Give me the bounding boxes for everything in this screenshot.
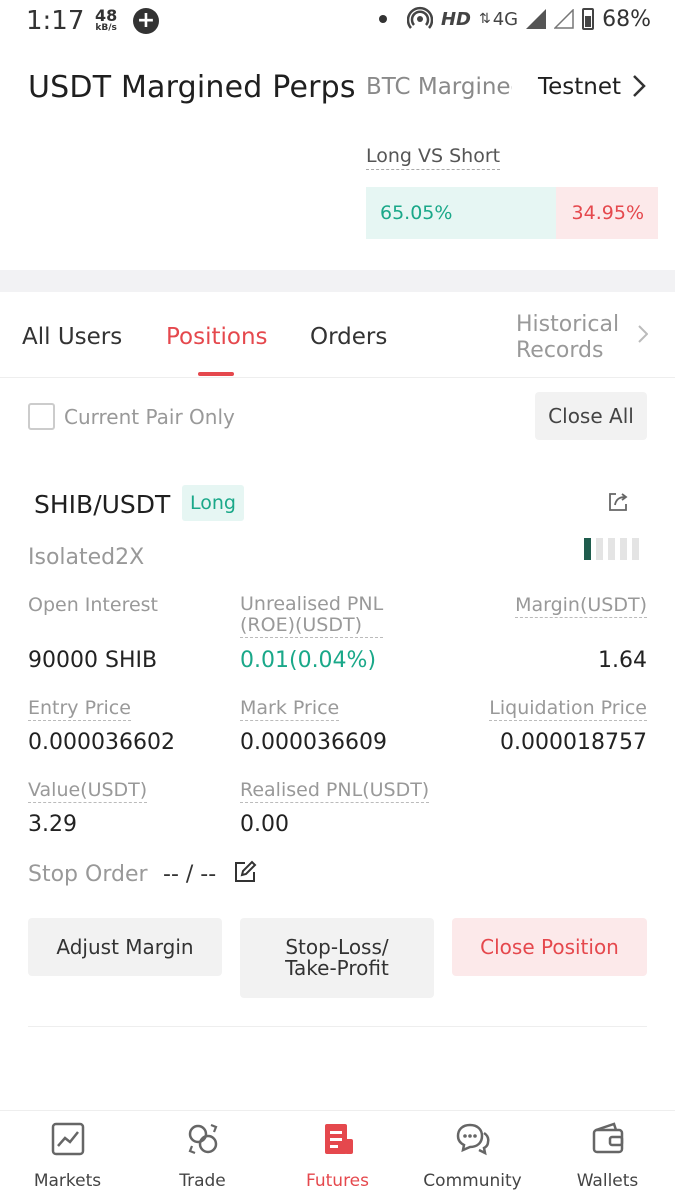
mark-price-label[interactable]: Mark Price <box>240 697 340 721</box>
chevron-right-icon[interactable] <box>632 74 646 104</box>
strength-bar <box>632 538 639 560</box>
current-pair-checkbox[interactable] <box>28 403 55 430</box>
liquidation-price-label[interactable]: Liquidation Price <box>489 697 647 721</box>
chevron-right-icon[interactable] <box>638 324 649 348</box>
close-position-button[interactable]: Close Position <box>452 918 647 976</box>
share-icon[interactable] <box>606 490 630 514</box>
short-ratio: 34.95% <box>555 187 658 239</box>
community-icon <box>456 1123 489 1156</box>
unrealised-pnl-value: 0.01(0.04%) <box>240 648 377 673</box>
active-tab-indicator <box>198 372 234 376</box>
status-time: 1:17 <box>26 6 85 36</box>
value-value: 3.29 <box>28 812 77 837</box>
realised-pnl-value: 0.00 <box>240 812 289 837</box>
tab-historical-records[interactable]: Historical Records <box>516 312 636 364</box>
close-all-button[interactable]: Close All <box>535 392 647 440</box>
nav-trade[interactable]: Trade <box>135 1111 270 1200</box>
realised-pnl-label[interactable]: Realised PNL(USDT) <box>240 779 430 803</box>
hotspot-icon <box>406 6 433 29</box>
strength-bar <box>608 538 615 560</box>
signal-icon <box>526 9 547 29</box>
tab-testnet[interactable]: Testnet <box>538 74 621 100</box>
page-title: USDT Margined Perps <box>28 70 356 105</box>
unrealised-pnl-label[interactable]: Unrealised PNL (ROE)(USDT) <box>240 594 384 638</box>
nav-wallets[interactable]: Wallets <box>540 1111 675 1200</box>
plus-circle-icon: + <box>133 8 159 34</box>
nav-markets[interactable]: Markets <box>0 1111 135 1200</box>
section-divider <box>0 270 675 292</box>
long-short-ratio-bar: 65.05% 34.95% <box>366 187 658 239</box>
pair-symbol: SHIB/USDT <box>34 490 171 519</box>
strength-bar <box>584 538 591 560</box>
edit-icon[interactable] <box>233 860 257 884</box>
long-vs-short-label[interactable]: Long VS Short <box>366 145 501 170</box>
nav-futures[interactable]: Futures <box>270 1111 405 1200</box>
wallet-icon <box>592 1122 623 1154</box>
strength-bar <box>620 538 627 560</box>
network-type: 4G <box>492 8 519 30</box>
side-badge: Long <box>182 485 244 521</box>
margin-mode: Isolated2X <box>28 545 145 570</box>
value-label[interactable]: Value(USDT) <box>28 779 148 803</box>
tab-positions[interactable]: Positions <box>166 324 268 350</box>
data-arrows-icon: ⇅ <box>478 11 491 27</box>
battery-icon <box>582 8 595 30</box>
trade-icon <box>188 1123 217 1155</box>
strength-bar <box>596 538 603 560</box>
stop-order-value: -- / -- <box>163 862 217 887</box>
tab-btc-margined[interactable]: BTC Margined <box>366 74 512 100</box>
adjust-margin-button[interactable]: Adjust Margin <box>28 918 222 976</box>
stop-order-label: Stop Order <box>28 862 148 887</box>
stop-loss-take-profit-button[interactable]: Stop-Loss/Take-Profit <box>240 918 434 998</box>
notification-dot-icon <box>378 15 387 23</box>
bottom-navigation: Markets Trade Futures Community Wallets <box>0 1110 675 1200</box>
margin-label[interactable]: Margin(USDT) <box>515 594 647 618</box>
tab-orders[interactable]: Orders <box>310 324 387 350</box>
margin-value: 1.64 <box>598 648 647 673</box>
adl-strength-indicator <box>584 538 639 560</box>
liquidation-price-value: 0.000018757 <box>500 730 647 755</box>
open-interest-value: 90000 SHIB <box>28 648 158 673</box>
mark-price-value: 0.000036609 <box>240 730 387 755</box>
nav-community[interactable]: Community <box>405 1111 540 1200</box>
entry-price-value: 0.000036602 <box>28 730 175 755</box>
network-label: HD <box>440 8 471 30</box>
tab-all-users[interactable]: All Users <box>22 324 122 350</box>
long-ratio: 65.05% <box>366 187 556 239</box>
battery-percent: 68% <box>602 6 651 32</box>
futures-icon <box>324 1124 353 1154</box>
signal-empty-icon <box>554 9 574 29</box>
card-divider <box>28 1026 647 1027</box>
current-pair-label[interactable]: Current Pair Only <box>64 405 235 429</box>
position-tabs: All Users Positions Orders Historical Re… <box>0 312 675 378</box>
entry-price-label[interactable]: Entry Price <box>28 697 131 721</box>
open-interest-label: Open Interest <box>28 594 159 616</box>
network-speed: 48 kB/s <box>95 6 118 33</box>
status-bar: 1:17 48 kB/s + HD ⇅ 4G 68% <box>0 0 675 44</box>
markets-icon <box>51 1122 84 1156</box>
